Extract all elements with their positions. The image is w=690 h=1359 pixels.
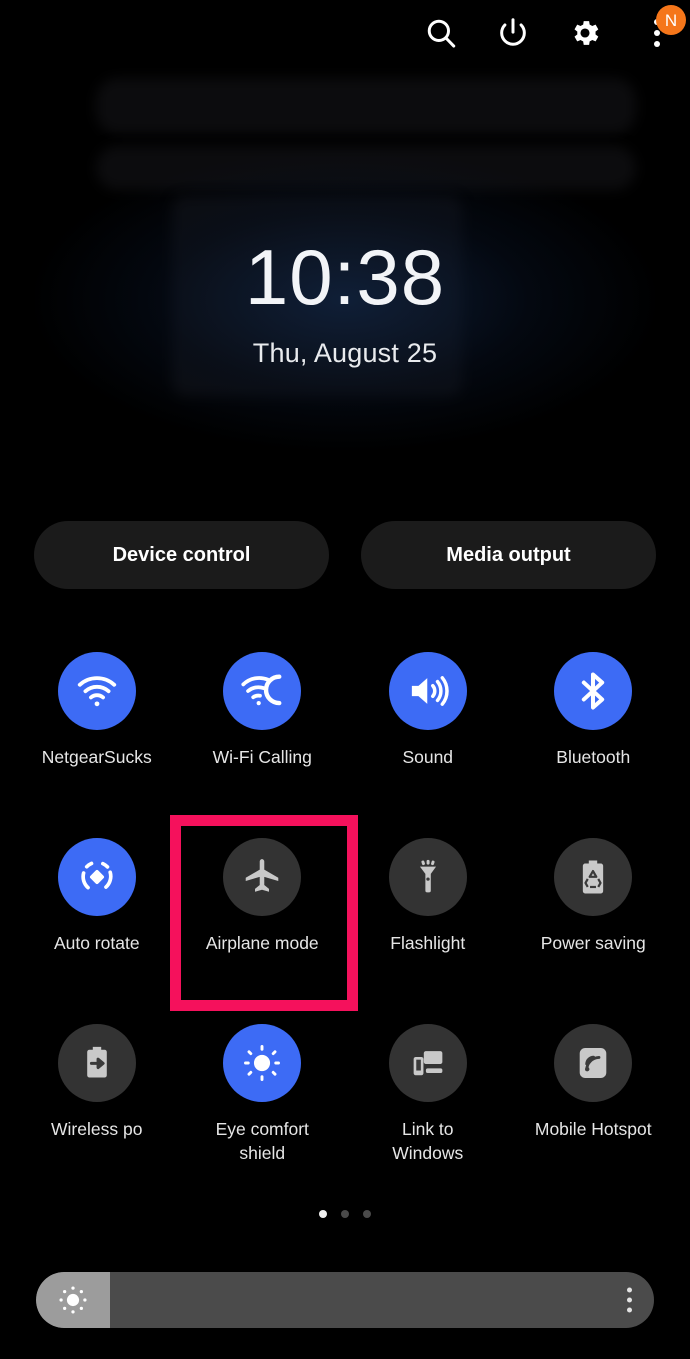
status-action-bar: N xyxy=(0,0,690,66)
shortcut-pill-row: Device control Media output xyxy=(34,521,656,589)
tile-label: Airplane mode xyxy=(205,933,319,953)
tile-label: Sound xyxy=(402,747,454,767)
tile-label: Auto rotate xyxy=(53,933,140,953)
page-dot-2[interactable] xyxy=(341,1210,349,1218)
tile-label: Link to Windows xyxy=(392,1119,464,1164)
wifi-calling-icon xyxy=(223,652,302,730)
tile-label: NetgearSucks xyxy=(41,747,152,767)
device-control-button[interactable]: Device control xyxy=(34,521,329,589)
media-output-button[interactable]: Media output xyxy=(361,521,656,589)
status-badge: N xyxy=(656,5,686,35)
tile-label: Mobile Hotspot xyxy=(534,1119,652,1139)
mobile-hotspot-icon xyxy=(554,1024,633,1102)
page-indicator[interactable] xyxy=(0,1210,690,1218)
gear-icon[interactable] xyxy=(566,14,604,52)
tile-sound[interactable]: Sound xyxy=(345,648,511,828)
brightness-slider-fill[interactable] xyxy=(36,1272,111,1328)
tile-wireless-power-sharing[interactable]: Wireless po xyxy=(14,1020,180,1200)
tile-label: Eye comfort shield xyxy=(215,1119,309,1164)
tile-mobile-hotspot[interactable]: Mobile Hotspot xyxy=(511,1020,677,1200)
clock-widget[interactable]: 10:38 Thu, August 25 xyxy=(0,238,690,369)
page-dot-3[interactable] xyxy=(363,1210,371,1218)
tile-bluetooth[interactable]: Bluetooth xyxy=(511,648,677,828)
tile-label: Flashlight xyxy=(390,933,466,953)
tile-airplane-mode[interactable]: Airplane mode xyxy=(180,834,346,1014)
brightness-sun-icon xyxy=(59,1286,87,1314)
power-icon[interactable] xyxy=(494,14,532,52)
tile-eye-comfort-shield[interactable]: Eye comfort shield xyxy=(180,1020,346,1200)
sound-icon xyxy=(388,652,467,730)
link-to-windows-icon xyxy=(388,1024,467,1102)
tile-auto-rotate[interactable]: Auto rotate xyxy=(14,834,180,1014)
tile-flashlight[interactable]: Flashlight xyxy=(345,834,511,1014)
tile-link-to-windows[interactable]: Link to Windows xyxy=(345,1020,511,1200)
airplane-icon xyxy=(223,838,302,916)
more-options-button[interactable]: N xyxy=(638,5,686,52)
brightness-options-button[interactable] xyxy=(627,1287,632,1313)
search-icon[interactable] xyxy=(422,14,460,52)
quick-settings-panel: N 10:38 Thu, August 25 Device control Me… xyxy=(0,0,690,1359)
tile-power-saving[interactable]: Power saving xyxy=(511,834,677,1014)
bluetooth-icon xyxy=(554,652,633,730)
quick-settings-grid: NetgearSucks Wi-Fi Calling Sound Bluetoo… xyxy=(14,648,676,1200)
brightness-slider[interactable] xyxy=(36,1272,654,1328)
tile-label: Wi-Fi Calling xyxy=(212,747,312,767)
clock-time: 10:38 xyxy=(244,233,446,321)
wifi-icon xyxy=(57,652,136,730)
flashlight-icon xyxy=(388,838,467,916)
power-saving-icon xyxy=(554,838,633,916)
eye-comfort-shield-icon xyxy=(223,1024,302,1102)
clock-date: Thu, August 25 xyxy=(252,338,438,368)
tile-label: Bluetooth xyxy=(556,747,631,767)
wireless-power-sharing-icon xyxy=(57,1024,136,1102)
auto-rotate-icon xyxy=(57,838,136,916)
page-dot-1[interactable] xyxy=(319,1210,327,1218)
brightness-slider-row[interactable] xyxy=(36,1272,654,1328)
tile-wifi[interactable]: NetgearSucks xyxy=(14,648,180,828)
tile-label: Wireless po xyxy=(51,1119,143,1139)
tile-label: Power saving xyxy=(540,933,646,953)
tile-wifi-calling[interactable]: Wi-Fi Calling xyxy=(180,648,346,828)
